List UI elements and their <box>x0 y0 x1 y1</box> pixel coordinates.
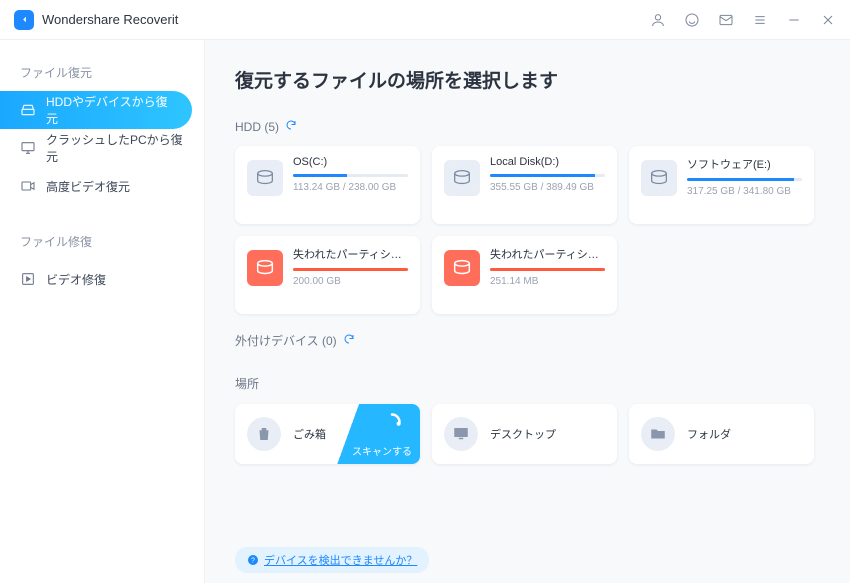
location-card[interactable]: フォルダ <box>629 404 814 464</box>
sidebar-item-video-repair[interactable]: ビデオ修復 <box>0 260 204 298</box>
sidebar-item-advanced-video[interactable]: 高度ビデオ復元 <box>0 167 204 205</box>
usage-bar <box>687 178 802 181</box>
account-icon[interactable] <box>650 12 666 28</box>
drive-size: 355.55 GB / 389.49 GB <box>490 182 605 193</box>
sidebar-item-label: クラッシュしたPCから復元 <box>46 131 184 165</box>
usage-bar <box>293 174 408 177</box>
location-card[interactable]: デスクトップ <box>432 404 617 464</box>
page-title: 復元するファイルの場所を選択します <box>235 66 820 93</box>
location-title: ごみ箱 <box>293 426 326 442</box>
drive-size: 317.25 GB / 341.80 GB <box>687 186 802 197</box>
section-external: 外付けデバイス (0) <box>235 332 820 349</box>
drive-card[interactable]: ソフトウェア(E:) 317.25 GB / 341.80 GB <box>629 146 814 224</box>
app-logo <box>14 10 34 30</box>
refresh-icon[interactable] <box>343 333 355 348</box>
support-icon[interactable] <box>684 12 700 28</box>
scan-label: スキャンする <box>352 443 412 458</box>
location-icon <box>444 417 478 451</box>
usage-bar <box>293 268 408 271</box>
drive-card[interactable]: 失われたパーティション 2 251.14 MB <box>432 236 617 314</box>
drive-icon <box>20 102 36 118</box>
drive-size: 113.24 GB / 238.00 GB <box>293 182 408 193</box>
drive-icon <box>444 250 480 286</box>
drive-icon <box>641 160 677 196</box>
help-link[interactable]: ? デバイスを検出できませんか？ <box>235 547 429 573</box>
titlebar-controls <box>650 12 836 28</box>
drive-grid: OS(C:) 113.24 GB / 238.00 GB Local Disk(… <box>235 146 820 314</box>
main-panel: 復元するファイルの場所を選択します HDD (5) OS(C:) 113.24 … <box>205 40 850 583</box>
section-location: 場所 <box>235 375 820 392</box>
usage-bar <box>490 268 605 271</box>
drive-card[interactable]: Local Disk(D:) 355.55 GB / 389.49 GB <box>432 146 617 224</box>
sidebar: ファイル復元 HDDやデバイスから復元 クラッシュしたPCから復元 高度ビデオ復… <box>0 40 205 583</box>
location-grid: ごみ箱 スキャンする デスクトップ フォルダ <box>235 404 820 464</box>
titlebar: Wondershare Recoverit <box>0 0 850 40</box>
sidebar-heading-repair: ファイル修復 <box>0 227 204 260</box>
drive-card[interactable]: OS(C:) 113.24 GB / 238.00 GB <box>235 146 420 224</box>
minimize-button[interactable] <box>786 12 802 28</box>
usage-bar <box>490 174 605 177</box>
section-hdd: HDD (5) <box>235 119 820 134</box>
sidebar-item-label: ビデオ修復 <box>46 271 106 288</box>
drive-icon <box>444 160 480 196</box>
sidebar-item-crashed-pc[interactable]: クラッシュしたPCから復元 <box>0 129 204 167</box>
monitor-icon <box>20 140 36 156</box>
sidebar-item-label: HDDやデバイスから復元 <box>46 93 172 127</box>
drive-size: 251.14 MB <box>490 276 605 287</box>
svg-text:?: ? <box>251 558 255 565</box>
location-title: フォルダ <box>687 426 731 442</box>
sidebar-heading-recovery: ファイル復元 <box>0 58 204 91</box>
drive-size: 200.00 GB <box>293 276 408 287</box>
location-icon <box>641 417 675 451</box>
location-title: デスクトップ <box>490 426 556 442</box>
feedback-icon[interactable] <box>718 12 734 28</box>
refresh-icon[interactable] <box>285 119 297 134</box>
app-title: Wondershare Recoverit <box>42 12 178 27</box>
location-card[interactable]: ごみ箱 スキャンする <box>235 404 420 464</box>
drive-name: 失われたパーティション 2 <box>490 246 605 262</box>
drive-name: Local Disk(D:) <box>490 156 605 168</box>
external-label: 外付けデバイス (0) <box>235 332 337 349</box>
drive-name: ソフトウェア(E:) <box>687 156 802 172</box>
drive-name: OS(C:) <box>293 156 408 168</box>
location-label: 場所 <box>235 375 259 392</box>
help-link-text: デバイスを検出できませんか？ <box>264 552 417 568</box>
location-icon <box>247 417 281 451</box>
close-button[interactable] <box>820 12 836 28</box>
drive-name: 失われたパーティション 1 <box>293 246 408 262</box>
hdd-label: HDD (5) <box>235 120 279 134</box>
sidebar-item-label: 高度ビデオ復元 <box>46 178 130 195</box>
video-icon <box>20 178 36 194</box>
sidebar-item-hdd-recovery[interactable]: HDDやデバイスから復元 <box>0 91 192 129</box>
film-icon <box>20 271 36 287</box>
drive-card[interactable]: 失われたパーティション 1 200.00 GB <box>235 236 420 314</box>
drive-icon <box>247 160 283 196</box>
drive-icon <box>247 250 283 286</box>
menu-icon[interactable] <box>752 12 768 28</box>
